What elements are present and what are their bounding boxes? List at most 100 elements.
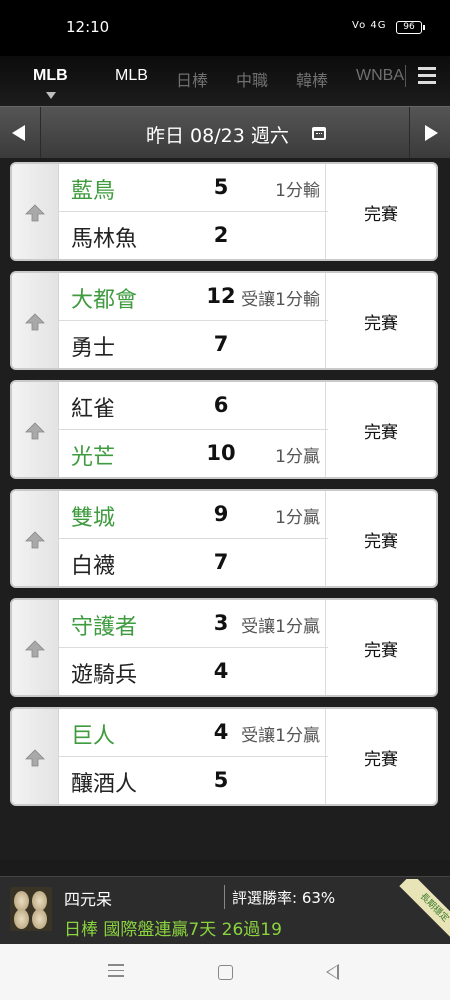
expand-button[interactable] [12,382,59,477]
game-status-cell: 完賽 [325,273,436,368]
game-list: 藍鳥 5 1分輸 馬林魚 2 完賽 大都會 12 受讓1分輸 勇士 7 完賽 紅雀 6 光芒 10 1分贏 完賽雙… [0,158,450,860]
game-status: 完賽 [364,641,398,661]
tab-mlb-current[interactable]: MLB [33,67,68,85]
expand-button[interactable] [12,600,59,695]
chevron-left-icon [12,125,25,141]
team-score: 7 [213,332,229,356]
team-score: 4 [213,659,229,683]
game-card[interactable]: 雙城 9 1分贏 白襪 7 完賽 [10,489,438,588]
game-card[interactable]: 守護者 3 受讓1分贏遊騎兵 4 完賽 [10,598,438,697]
prev-day-button[interactable] [0,107,41,159]
arrow-up-icon [25,749,45,767]
team-name: 白襪 [71,554,116,579]
home-team-row: 馬林魚 2 [59,212,328,259]
team-score: 6 [213,393,229,417]
game-card[interactable]: 藍鳥 5 1分輸馬林魚 2 完賽 [10,162,438,261]
stable-badge: 長期穩定 [388,879,450,941]
team-score: 9 [213,502,229,526]
divider [224,885,225,909]
arrow-up-icon [25,640,45,658]
team-name: 勇士 [71,336,116,361]
tab-mlb[interactable]: MLB [115,67,148,85]
home-team-row: 釀酒人 5 [59,757,328,804]
handicap-result: 1分贏 [275,447,320,467]
team-score: 7 [213,550,229,574]
home-team-row: 勇士 7 [59,321,328,368]
back-icon[interactable] [326,964,339,980]
handicap-result: 受讓1分輸 [241,290,320,310]
away-team-row: 大都會 12 受讓1分輸 [59,273,328,321]
tab-cpbl[interactable]: 中職 [236,67,268,91]
calendar-icon[interactable] [312,127,326,140]
team-score: 3 [213,611,229,635]
game-status: 完賽 [364,750,398,770]
tab-wnba[interactable]: WNBA [356,67,404,85]
status-bar: 12:10 Vo 4G 96 [0,0,450,56]
team-name: 藍鳥 [71,179,116,204]
home-team-row: 白襪 7 [59,539,328,586]
avatar [10,887,52,931]
team-score: 4 [213,720,229,744]
chevron-right-icon [425,125,438,141]
game-status: 完賽 [364,314,398,334]
system-nav-bar [0,944,450,1000]
expert-name: 四元呆 [64,890,113,909]
team-score: 5 [213,175,229,199]
home-team-row: 遊騎兵 4 [59,648,328,695]
game-status-cell: 完賽 [325,491,436,586]
arrow-up-icon [25,422,45,440]
team-name: 雙城 [71,506,116,531]
handicap-result: 受讓1分贏 [241,726,320,746]
chevron-down-icon [46,92,56,99]
game-status-cell: 完賽 [325,164,436,259]
signal-icon: Vo 4G [352,20,387,31]
team-name: 紅雀 [71,397,116,422]
team-name: 釀酒人 [71,772,138,797]
recent-apps-icon[interactable] [108,964,124,981]
team-name: 守護者 [71,615,138,640]
game-status-cell: 完賽 [325,382,436,477]
menu-icon[interactable] [418,67,436,85]
tab-npb[interactable]: 日棒 [176,67,208,91]
team-name: 遊騎兵 [71,663,138,688]
win-rate: 評選勝率: 63% [232,889,336,907]
arrow-up-icon [25,204,45,222]
arrow-up-icon [25,313,45,331]
team-score: 2 [213,223,229,247]
home-team-row: 光芒 10 1分贏 [59,430,328,477]
expand-button[interactable] [12,164,59,259]
tab-kbo[interactable]: 韓棒 [296,67,328,91]
game-status-cell: 完賽 [325,600,436,695]
team-name: 光芒 [71,445,116,470]
away-team-row: 紅雀 6 [59,382,328,430]
expand-button[interactable] [12,709,59,804]
game-card[interactable]: 大都會 12 受讓1分輸勇士 7 完賽 [10,271,438,370]
streak-message: 日棒 國際盤連贏7天 26過19 [64,920,282,940]
game-card[interactable]: 巨人 4 受讓1分贏釀酒人 5 完賽 [10,707,438,806]
handicap-result: 受讓1分贏 [241,617,320,637]
tab-divider [405,65,406,87]
date-label[interactable]: 昨日 08/23 週六 [146,121,289,148]
expand-button[interactable] [12,273,59,368]
team-score: 10 [206,441,236,465]
home-icon[interactable] [218,965,233,980]
game-status: 完賽 [364,205,398,225]
team-name: 馬林魚 [71,227,138,252]
battery-icon: 96 [396,21,425,34]
date-bar: 昨日 08/23 週六 [0,106,450,159]
game-status-cell: 完賽 [325,709,436,804]
game-status: 完賽 [364,532,398,552]
clock: 12:10 [66,18,110,36]
game-card[interactable]: 紅雀 6 光芒 10 1分贏 完賽 [10,380,438,479]
team-name: 大都會 [71,288,138,313]
next-day-button[interactable] [409,107,450,159]
away-team-row: 藍鳥 5 1分輸 [59,164,328,212]
away-team-row: 守護者 3 受讓1分贏 [59,600,328,648]
away-team-row: 雙城 9 1分贏 [59,491,328,539]
arrow-up-icon [25,531,45,549]
expert-banner[interactable]: 四元呆 評選勝率: 63% 日棒 國際盤連贏7天 26過19 長期穩定 [0,876,450,945]
expand-button[interactable] [12,491,59,586]
team-score: 5 [213,768,229,792]
handicap-result: 1分輸 [275,181,320,201]
team-name: 巨人 [71,724,116,749]
